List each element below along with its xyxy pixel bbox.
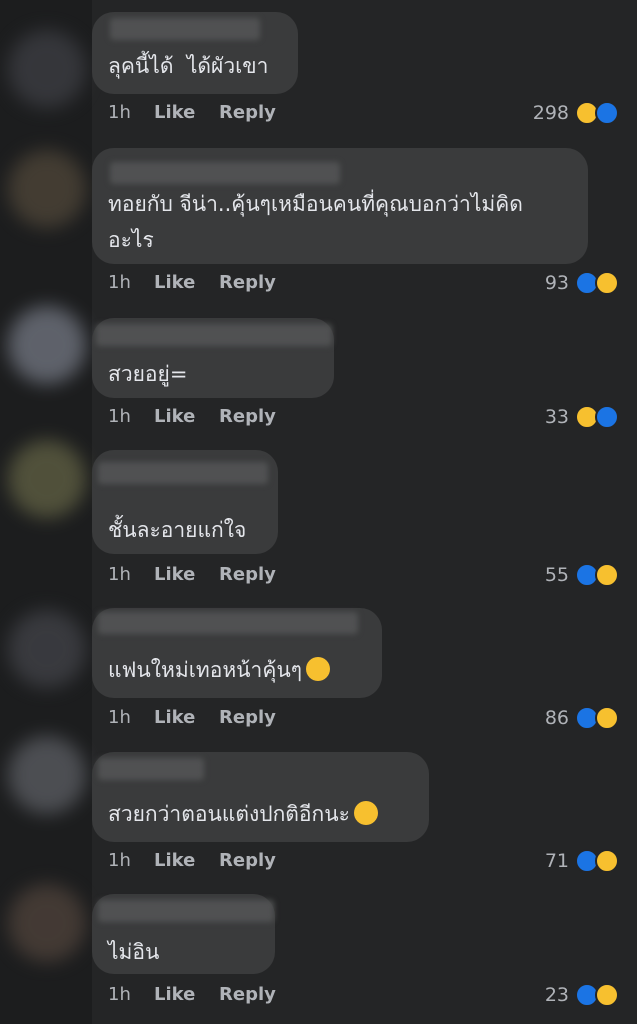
reply-button[interactable]: Reply <box>219 984 289 1005</box>
reaction-count: 298 <box>532 102 569 124</box>
avatar[interactable] <box>8 306 86 384</box>
reply-button[interactable]: Reply <box>219 102 289 123</box>
like-icon <box>595 101 619 125</box>
haha-icon <box>595 849 619 873</box>
timestamp[interactable]: 1h <box>108 406 154 427</box>
avatar[interactable] <box>8 736 86 814</box>
avatar[interactable] <box>8 150 86 228</box>
reaction-summary[interactable]: 298 <box>533 101 619 125</box>
comment-text: ลุคนี้ได้ ได้ผัวเขา <box>108 54 269 78</box>
timestamp[interactable]: 1h <box>108 564 154 585</box>
commenter-name[interactable] <box>98 758 204 780</box>
comment-actions: 1h Like Reply <box>108 272 289 293</box>
comment-bubble: ทอยกับ จีน่า..คุ้นๆเหมือนคนที่คุณบอกว่าไ… <box>92 148 588 264</box>
comment-actions: 1h Like Reply <box>108 707 289 728</box>
reaction-count: 23 <box>544 984 569 1006</box>
commenter-name[interactable] <box>110 18 260 40</box>
comment-bubble: ไม่อิน <box>92 894 275 974</box>
reaction-count: 86 <box>544 707 569 729</box>
rofl-emoji-icon <box>306 657 331 681</box>
reaction-count: 71 <box>544 850 569 872</box>
comments-page: ลุคนี้ได้ ได้ผัวเขา 1h Like Reply 298 ทอ… <box>0 0 637 1024</box>
reply-button[interactable]: Reply <box>219 850 289 871</box>
like-button[interactable]: Like <box>154 564 219 585</box>
reply-button[interactable]: Reply <box>219 406 289 427</box>
timestamp[interactable]: 1h <box>108 850 154 871</box>
comment-bubble: ชั้นละอายแก่ใจ <box>92 450 278 554</box>
commenter-name[interactable] <box>96 324 332 346</box>
avatar[interactable] <box>8 440 86 518</box>
haha-icon <box>595 706 619 730</box>
comment-text: สวยอยู่= <box>108 362 188 386</box>
reply-button[interactable]: Reply <box>219 564 289 585</box>
commenter-name[interactable] <box>110 162 340 184</box>
commenter-name[interactable] <box>98 612 358 634</box>
comment-actions: 1h Like Reply <box>108 984 289 1005</box>
reaction-summary[interactable]: 86 <box>545 706 619 730</box>
comment-bubble: สวยกว่าตอนแต่งปกติอีกนะ <box>92 752 429 842</box>
reaction-count: 33 <box>544 406 569 428</box>
reaction-count: 93 <box>544 272 569 294</box>
like-button[interactable]: Like <box>154 102 219 123</box>
avatar[interactable] <box>8 30 86 108</box>
comment-actions: 1h Like Reply <box>108 102 289 123</box>
like-button[interactable]: Like <box>154 707 219 728</box>
haha-icon <box>595 271 619 295</box>
reaction-summary[interactable]: 55 <box>545 563 619 587</box>
comment-text: แฟนใหม่เทอหน้าคุ้นๆ <box>108 652 331 688</box>
reaction-summary[interactable]: 71 <box>545 849 619 873</box>
comment-actions: 1h Like Reply <box>108 850 289 871</box>
like-button[interactable]: Like <box>154 984 219 1005</box>
commenter-name[interactable] <box>98 900 274 922</box>
haha-icon <box>595 983 619 1007</box>
like-icon <box>595 405 619 429</box>
timestamp[interactable]: 1h <box>108 707 154 728</box>
rofl-emoji-icon <box>353 801 378 825</box>
timestamp[interactable]: 1h <box>108 102 154 123</box>
comment-text: ไม่อิน <box>108 940 160 964</box>
reply-button[interactable]: Reply <box>219 707 289 728</box>
like-button[interactable]: Like <box>154 272 219 293</box>
reply-button[interactable]: Reply <box>219 272 289 293</box>
reaction-summary[interactable]: 33 <box>545 405 619 429</box>
like-button[interactable]: Like <box>154 850 219 871</box>
commenter-name[interactable] <box>98 462 268 484</box>
comment-text-content: สวยกว่าตอนแต่งปกติอีกนะ <box>108 802 350 826</box>
comment-actions: 1h Like Reply <box>108 406 289 427</box>
comment-text: สวยกว่าตอนแต่งปกติอีกนะ <box>108 796 378 832</box>
reaction-count: 55 <box>544 564 569 586</box>
comment-bubble: สวยอยู่= <box>92 318 334 398</box>
reaction-summary[interactable]: 23 <box>545 983 619 1007</box>
reaction-summary[interactable]: 93 <box>545 271 619 295</box>
comment-actions: 1h Like Reply <box>108 564 289 585</box>
comment-text: ชั้นละอายแก่ใจ <box>108 518 247 542</box>
comment-bubble: แฟนใหม่เทอหน้าคุ้นๆ <box>92 608 382 698</box>
timestamp[interactable]: 1h <box>108 272 154 293</box>
comment-text-content: แฟนใหม่เทอหน้าคุ้นๆ <box>108 658 303 682</box>
avatar[interactable] <box>8 610 86 688</box>
avatar[interactable] <box>8 884 86 962</box>
timestamp[interactable]: 1h <box>108 984 154 1005</box>
like-button[interactable]: Like <box>154 406 219 427</box>
haha-icon <box>595 563 619 587</box>
comment-bubble: ลุคนี้ได้ ได้ผัวเขา <box>92 12 298 94</box>
comment-text: ทอยกับ จีน่า..คุ้นๆเหมือนคนที่คุณบอกว่าไ… <box>108 192 523 252</box>
